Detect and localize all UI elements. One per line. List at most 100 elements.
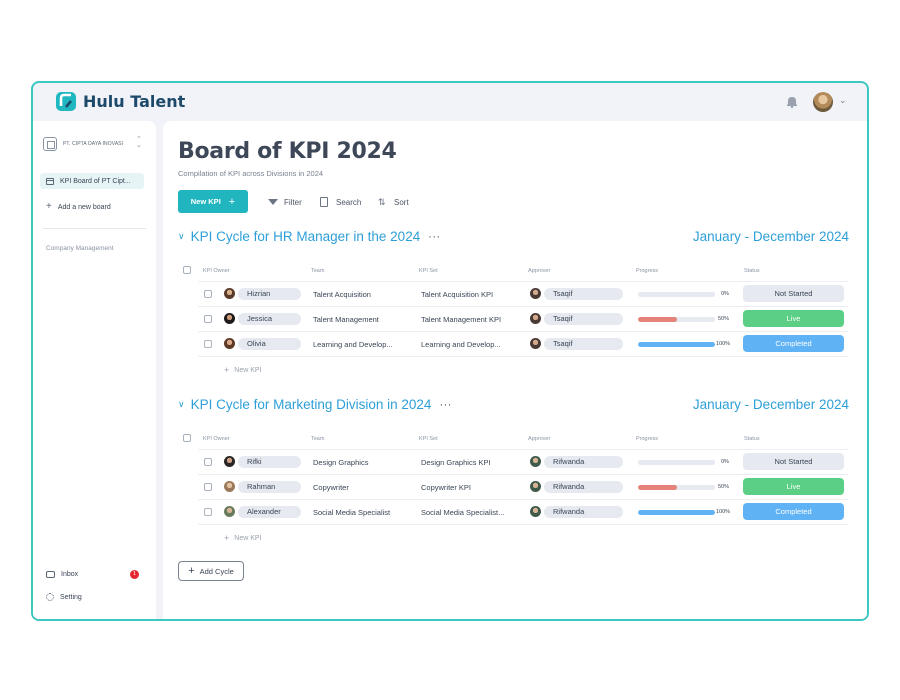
chevron-updown-icon[interactable]: ⌃ ⌄ [136,136,142,149]
sidebar-item-inbox[interactable]: Inbox 1 [46,570,142,579]
kpi-set-cell: Design Graphics KPI [421,458,491,467]
more-options-icon[interactable]: ··· [428,231,441,243]
progress-fill [638,510,715,515]
org-switcher[interactable]: PT. CIPTA DAYA INOVASI [43,137,123,151]
cycle-header-2[interactable]: ∨ KPI Cycle for Marketing Division in 20… [178,397,452,412]
building-icon [43,137,57,151]
top-bar: Hulu Talent ⌄ [33,83,867,121]
col-kpi-owner: KPI Owner [203,268,230,274]
progress-bar [638,317,715,322]
inbox-icon [46,571,55,578]
row-checkbox[interactable] [204,458,212,466]
new-kpi-button[interactable]: New KPI + [178,190,248,213]
sidebar-item-kpi-board[interactable]: KPI Board of PT Cipt... [40,173,144,189]
owner-name: Olivia [238,338,301,350]
add-board-label: Add a new board [57,203,111,211]
search-icon [320,197,330,207]
search-button[interactable]: Search [320,197,361,207]
row-checkbox[interactable] [204,508,212,516]
chevron-down-icon[interactable]: ∨ [178,399,185,410]
progress-fill [638,485,677,490]
table-row[interactable]: Rifki Design Graphics Design Graphics KP… [198,449,848,474]
select-all-checkbox[interactable] [183,434,191,442]
table-row[interactable]: Alexander Social Media Specialist Social… [198,499,848,524]
cycle-date-range: January - December 2024 [692,229,849,244]
team-cell: Talent Management [313,315,379,324]
owner-name: Jessica [238,313,301,325]
progress-label: 0% [721,291,729,297]
approver-avatar [530,288,541,299]
row-checkbox[interactable] [204,483,212,491]
sort-icon: ⇅ [378,197,386,207]
kpi-set-cell: Learning and Develop... [421,340,501,349]
page-title: Board of KPI 2024 [178,139,397,164]
status-badge[interactable]: Not Started [743,285,844,302]
row-checkbox[interactable] [204,290,212,298]
progress-label: 0% [721,459,729,465]
row-checkbox[interactable] [204,340,212,348]
approver-avatar [530,313,541,324]
table-header: KPI Owner Team KPI Set Approver Progress… [178,434,848,446]
progress-fill [638,342,715,347]
team-cell: Learning and Develop... [313,340,393,349]
table-row[interactable]: Jessica Talent Management Talent Managem… [198,306,848,331]
hulu-logo-icon [55,90,77,112]
progress-bar [638,292,715,297]
status-badge[interactable]: Live [743,478,844,495]
col-team: Team [311,268,325,274]
add-cycle-label: Add Cycle [199,566,234,576]
new-kpi-label: New KPI [190,197,221,206]
gear-icon [46,593,54,601]
sort-button[interactable]: ⇅ Sort [378,197,409,207]
logo[interactable]: Hulu Talent [55,90,185,112]
add-cycle-button[interactable]: + Add Cycle [178,561,244,581]
col-kpi-owner: KPI Owner [203,436,230,442]
user-avatar[interactable] [813,92,833,112]
col-progress: Progress [636,268,659,274]
team-cell: Copywriter [313,483,349,492]
search-label: Search [336,197,362,207]
owner-name: Rifki [238,456,301,468]
bell-icon[interactable] [786,95,798,109]
team-cell: Design Graphics [313,458,369,467]
status-badge[interactable]: Not Started [743,453,844,470]
approver-name: Rifwanda [544,506,623,518]
progress-bar [638,460,715,465]
add-board-button[interactable]: + Add a new board [46,202,111,212]
table-row[interactable]: Hizrian Talent Acquisition Talent Acquis… [198,281,848,306]
sidebar: PT. CIPTA DAYA INOVASI ⌃ ⌄ KPI Board of P… [33,121,156,619]
select-all-checkbox[interactable] [183,266,191,274]
cycle-date-range: January - December 2024 [692,397,849,412]
col-kpi-set: KPI Set [419,436,438,442]
board-icon [46,177,54,185]
approver-name: Rifwanda [544,456,623,468]
add-kpi-row-button[interactable]: + New KPI [224,533,262,543]
sidebar-item-setting[interactable]: Setting [46,593,82,601]
chevron-down-icon[interactable]: ⌄ [839,95,847,106]
filter-button[interactable]: Filter [268,197,302,207]
kpi-set-cell: Talent Management KPI [421,315,502,324]
col-approver: Approver [528,436,551,442]
status-badge[interactable]: Completed [743,503,844,520]
page-subtitle: Compilation of KPI across Divisions in 2… [178,169,324,178]
owner-name: Hizrian [238,288,301,300]
chevron-down-icon[interactable]: ∨ [178,231,185,242]
inbox-label: Inbox [61,571,79,578]
col-status: Status [744,436,760,442]
status-badge[interactable]: Completed [743,335,844,352]
table-row[interactable]: Olivia Learning and Develop... Learning … [198,331,848,356]
kpi-set-cell: Copywriter KPI [421,483,472,492]
add-kpi-label: New KPI [234,366,262,374]
add-kpi-row-button[interactable]: + New KPI [224,366,262,375]
sidebar-item-company-management[interactable]: Company Management [46,245,114,252]
cycle-header-1[interactable]: ∨ KPI Cycle for HR Manager in the 2024 ·… [178,229,441,244]
owner-avatar [224,338,235,349]
more-options-icon[interactable]: ··· [439,399,452,411]
table-row[interactable]: Rahman Copywriter Copywriter KPI Rifwand… [198,474,848,499]
plus-icon: + [224,533,230,543]
plus-icon: + [228,195,236,208]
plus-icon: + [188,565,195,577]
row-checkbox[interactable] [204,315,212,323]
status-badge[interactable]: Live [743,310,844,327]
filter-icon [268,197,278,207]
